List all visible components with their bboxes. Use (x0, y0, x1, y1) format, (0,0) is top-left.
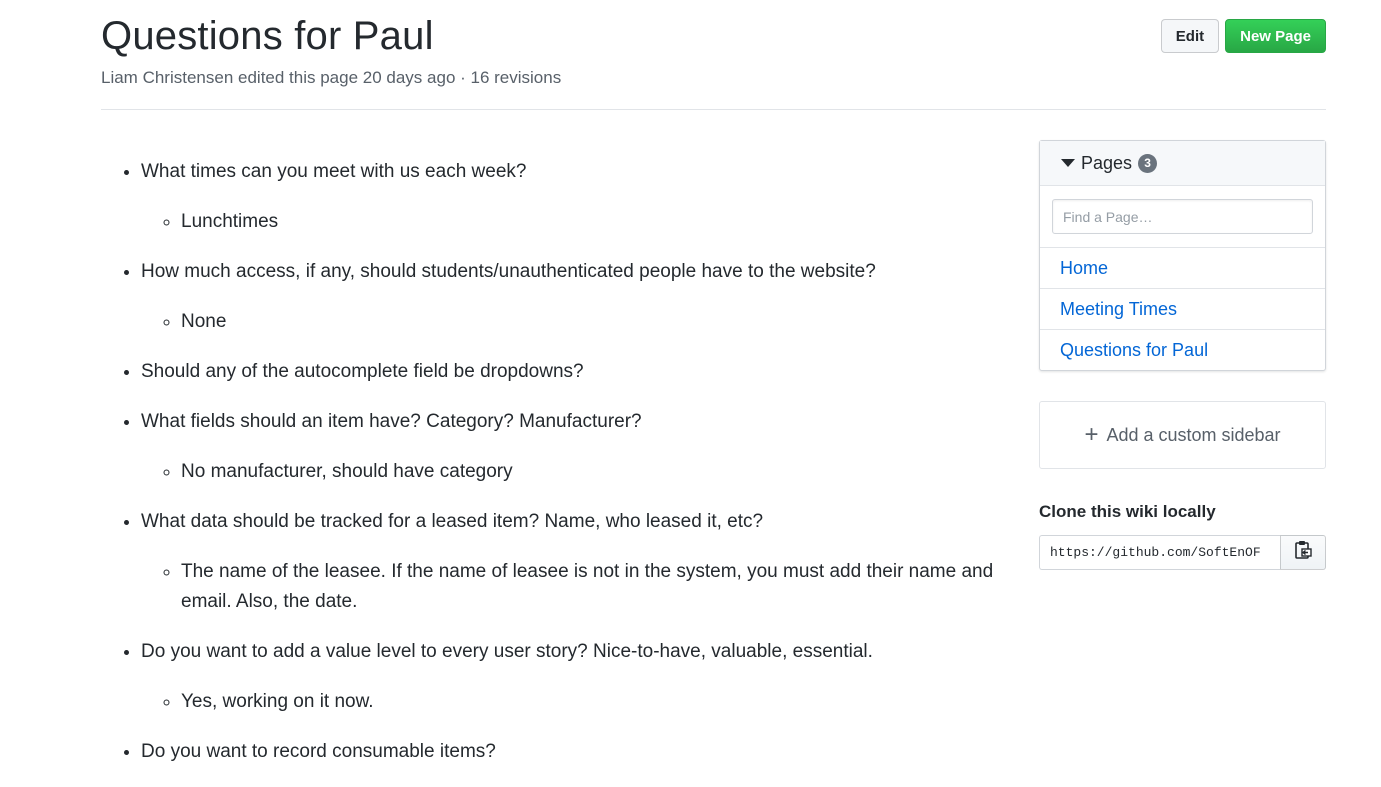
list-item: What data should be tracked for a leased… (141, 507, 1021, 617)
header-divider (101, 109, 1326, 110)
page-title: Questions for Paul (101, 14, 434, 58)
list-item: Do you want to add a value level to ever… (141, 637, 1021, 717)
add-custom-sidebar-label: Add a custom sidebar (1106, 424, 1281, 445)
answer-list: Lunchtimes (141, 207, 1021, 237)
question-text: What data should be tracked for a leased… (141, 511, 764, 532)
answer-item: None (181, 307, 1021, 337)
triangle-down-icon (1061, 159, 1075, 167)
copy-clone-url-button[interactable] (1280, 535, 1326, 570)
new-page-button[interactable]: New Page (1225, 19, 1326, 53)
clone-url-input[interactable] (1039, 535, 1280, 570)
sidebar-page-questions-for-paul[interactable]: Questions for Paul (1040, 330, 1325, 370)
pages-count-badge: 3 (1138, 153, 1158, 173)
answer-list: No manufacturer, should have category (141, 457, 1021, 487)
question-text: How much access, if any, should students… (141, 261, 876, 282)
question-text: What times can you meet with us each wee… (141, 161, 527, 182)
answer-item: Lunchtimes (181, 207, 1021, 237)
pages-toggle[interactable]: Pages 3 (1040, 141, 1325, 186)
question-list: What times can you meet with us each wee… (101, 157, 1021, 767)
pages-filter-row (1040, 186, 1325, 248)
answer-item: The name of the leasee. If the name of l… (181, 557, 1021, 617)
answer-item: Yes, working on it now. (181, 687, 1021, 717)
answer-list: The name of the leasee. If the name of l… (141, 557, 1021, 617)
question-text: What fields should an item have? Categor… (141, 411, 642, 432)
list-item: What times can you meet with us each wee… (141, 157, 1021, 237)
clipboard-icon (1294, 540, 1312, 565)
page-meta: Liam Christensen edited this page 20 day… (101, 68, 562, 87)
list-item: What fields should an item have? Categor… (141, 407, 1021, 487)
list-item: Do you want to record consumable items? (141, 737, 1021, 767)
wiki-content: What times can you meet with us each wee… (101, 157, 1021, 787)
answer-list: None (141, 307, 1021, 337)
sidebar-page-meeting-times[interactable]: Meeting Times (1040, 289, 1325, 330)
clone-wiki-label: Clone this wiki locally (1039, 502, 1216, 521)
pages-title: Pages (1081, 152, 1133, 173)
clone-url-group (1039, 535, 1326, 570)
header-actions: Edit New Page (1160, 19, 1326, 53)
list-item: How much access, if any, should students… (141, 257, 1021, 337)
plus-icon: + (1084, 421, 1099, 448)
answer-list: Yes, working on it now. (141, 687, 1021, 717)
question-text: Do you want to add a value level to ever… (141, 641, 873, 662)
list-item: Should any of the autocomplete field be … (141, 357, 1021, 387)
question-text: Should any of the autocomplete field be … (141, 361, 584, 382)
edit-button[interactable]: Edit (1160, 19, 1220, 53)
sidebar-page-home[interactable]: Home (1040, 248, 1325, 289)
find-page-input[interactable] (1052, 199, 1313, 234)
answer-item: No manufacturer, should have category (181, 457, 1021, 487)
pages-box: Pages 3 Home Meeting Times Questions for… (1039, 140, 1326, 371)
add-custom-sidebar-button[interactable]: + Add a custom sidebar (1039, 401, 1326, 469)
question-text: Do you want to record consumable items? (141, 741, 496, 762)
